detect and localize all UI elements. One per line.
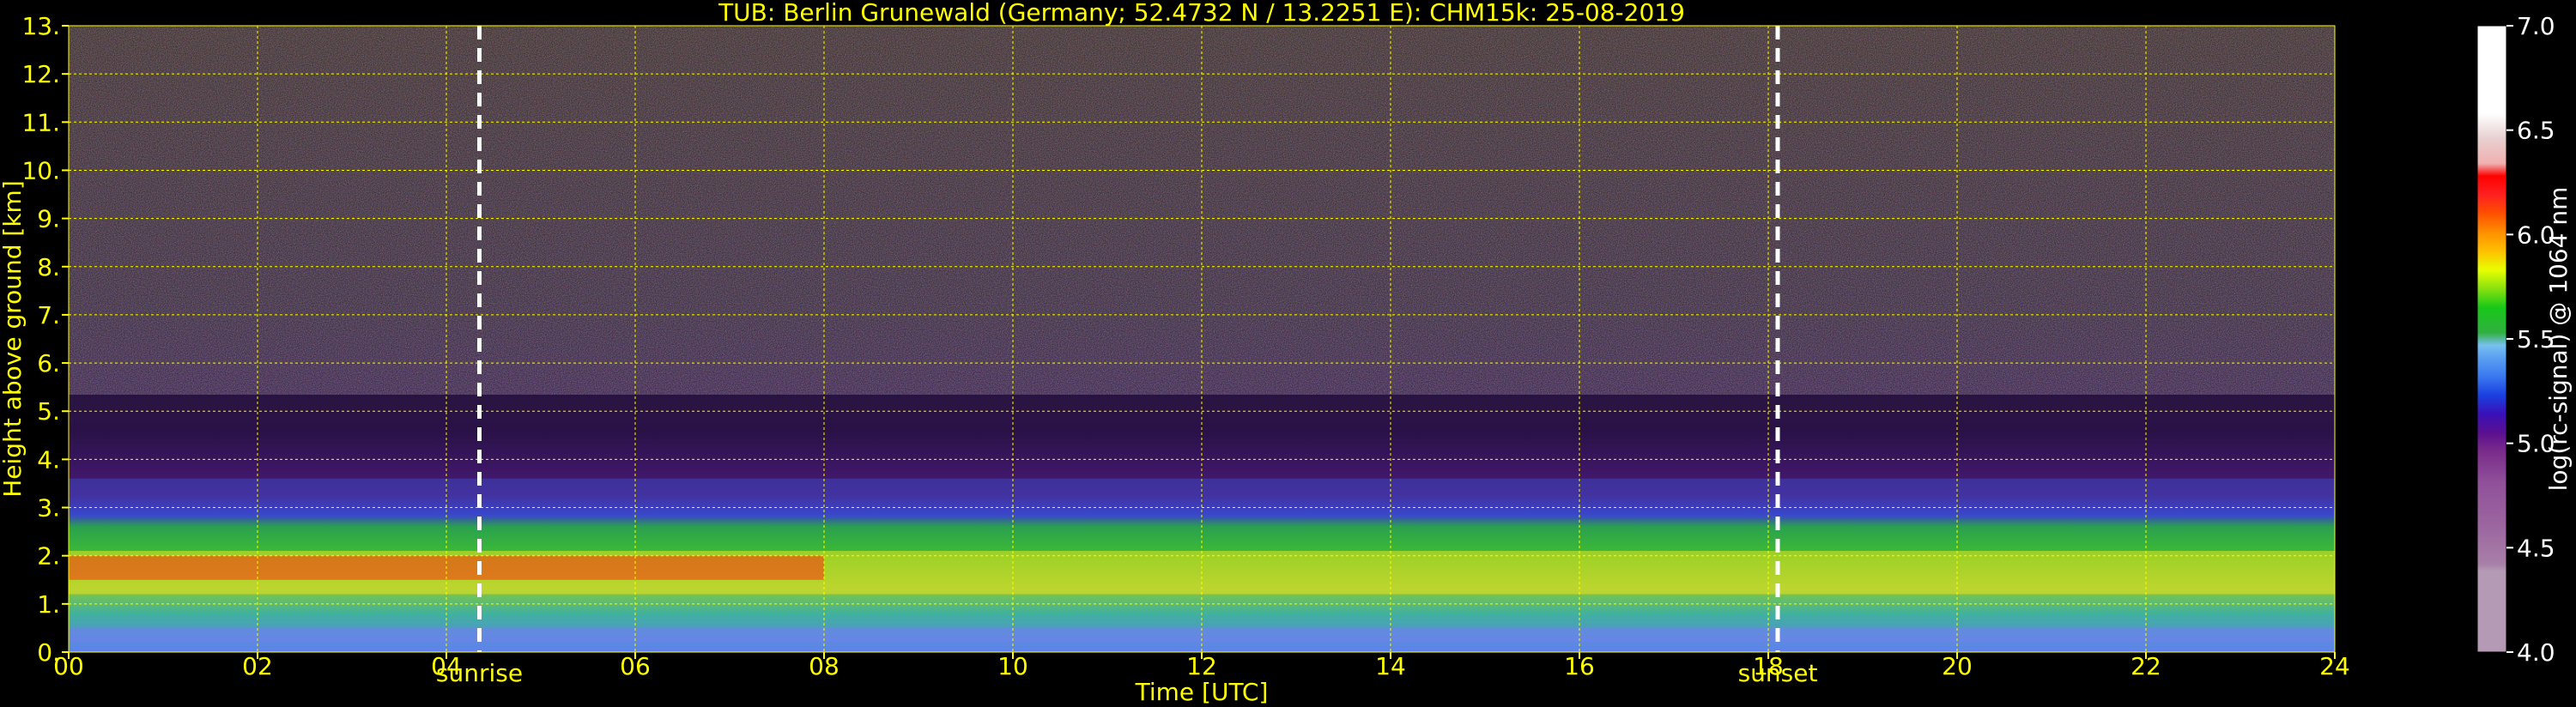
colorbar-tick-label: 7.0 (2517, 12, 2555, 40)
colorbar-label: log(rc-signal) @ 1064 nm (2544, 187, 2573, 492)
lidar-quicklook-chart: sunrise sunset 00 02 04 06 08 10 12 14 16 18 20 22 24… (0, 0, 2573, 706)
x-tick-label: 20 (1942, 652, 1973, 680)
y-axis-ticks: 0. 1. 2. 3. 4. 5. 6. 7. 8. 9. 10. 11. 12. 13. (21, 12, 69, 667)
y-tick-label: 1. (37, 590, 60, 619)
colorbar-tick-label: 4.5 (2517, 534, 2555, 562)
plot-area: sunrise sunset (68, 25, 2336, 687)
x-tick-label: 16 (1564, 652, 1595, 680)
colorbar-tick-label: 6.5 (2517, 117, 2555, 145)
y-tick-label: 3. (37, 494, 60, 523)
y-tick-label: 10. (21, 156, 60, 184)
x-tick-label: 04 (431, 652, 462, 680)
y-tick-label: 7. (37, 301, 60, 329)
x-tick-label: 24 (2319, 652, 2350, 680)
x-axis-label: Time [UTC] (1135, 678, 1269, 706)
x-tick-label: 12 (1186, 652, 1217, 680)
y-tick-label: 6. (37, 349, 60, 378)
x-tick-label: 22 (2131, 652, 2161, 680)
colorbar-bar (2476, 25, 2507, 653)
x-tick-label: 10 (997, 652, 1028, 680)
x-tick-label: 18 (1753, 652, 1784, 680)
y-axis-label: Height above ground [km] (0, 180, 27, 498)
colorbar-tick-label: 4.0 (2517, 638, 2555, 667)
colorbar: 4.04.55.05.56.06.57.0 log(rc-signal) @ 1… (2476, 12, 2573, 667)
x-tick-label: 14 (1375, 652, 1406, 680)
x-axis-ticks: 00 02 04 06 08 10 12 14 16 18 20 22 24 (53, 652, 2350, 680)
x-tick-label: 06 (620, 652, 651, 680)
y-tick-label: 11. (21, 108, 60, 136)
y-tick-label: 9. (37, 205, 60, 233)
y-tick-label: 5. (37, 397, 60, 426)
noise-texture (69, 26, 2335, 395)
y-tick-label: 12. (21, 60, 60, 88)
x-tick-label: 02 (242, 652, 273, 680)
y-tick-label: 0. (37, 638, 60, 667)
y-tick-label: 13. (21, 12, 60, 40)
y-tick-label: 8. (37, 253, 60, 281)
y-tick-label: 2. (37, 542, 60, 571)
x-tick-label: 08 (809, 652, 839, 680)
y-tick-label: 4. (37, 445, 60, 474)
chart-title: TUB: Berlin Grunewald (Germany; 52.4732 … (718, 0, 1685, 27)
